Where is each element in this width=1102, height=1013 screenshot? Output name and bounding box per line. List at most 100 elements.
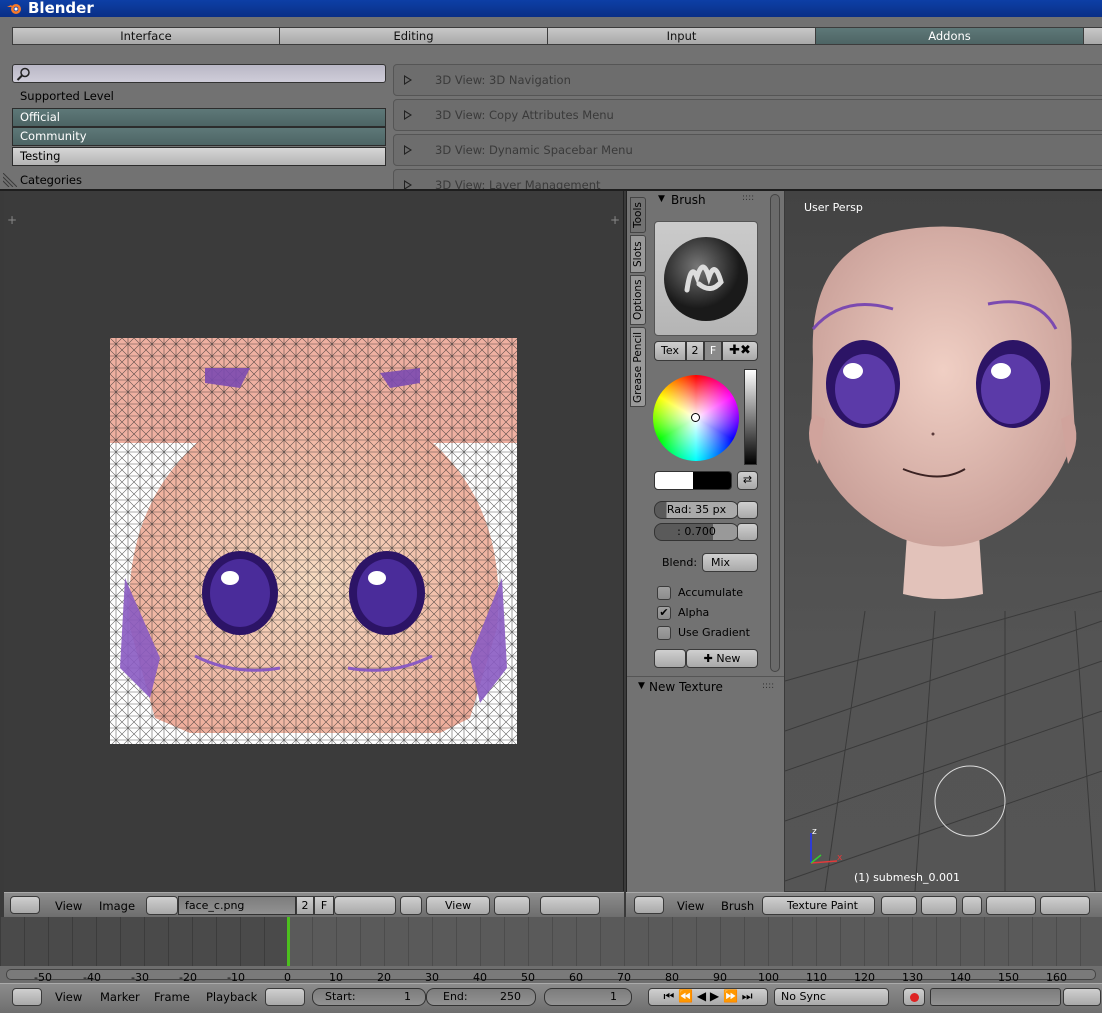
pressure-icon[interactable]: [737, 523, 758, 541]
tab-interface[interactable]: Interface: [12, 27, 280, 45]
texture-selector[interactable]: Tex: [654, 341, 686, 361]
editor-type-button[interactable]: [10, 896, 40, 914]
image-actions-buttons[interactable]: [334, 896, 396, 915]
timeline-scrollbar[interactable]: [6, 969, 1096, 980]
vtab-options[interactable]: Options: [630, 275, 646, 325]
current-frame-marker[interactable]: [287, 917, 290, 966]
mode-select[interactable]: Texture Paint: [762, 896, 875, 915]
fake-user-button[interactable]: F: [314, 896, 334, 915]
menu-view[interactable]: View: [55, 899, 82, 913]
app-title: Blender: [28, 0, 94, 17]
menu-view[interactable]: View: [677, 899, 704, 913]
collapse-triangle-icon[interactable]: ▼: [658, 194, 665, 204]
layer-buttons[interactable]: [1040, 896, 1090, 915]
menu-playback[interactable]: Playback: [206, 990, 257, 1004]
accumulate-checkbox[interactable]: [657, 586, 671, 600]
menu-marker[interactable]: Marker: [100, 990, 140, 1004]
sync-mode-select[interactable]: No Sync: [774, 988, 889, 1006]
expand-triangle-icon[interactable]: [404, 110, 412, 120]
record-icon[interactable]: [903, 988, 925, 1006]
tab-editing[interactable]: Editing: [279, 27, 548, 45]
add-icon: ✚: [703, 652, 717, 665]
pin-icon[interactable]: [400, 896, 422, 915]
alpha-checkbox[interactable]: ✔: [657, 606, 671, 620]
addon-row[interactable]: 3D View: Layer Management: [393, 169, 1102, 189]
add-remove-texture-buttons[interactable]: ✚✖: [722, 341, 758, 361]
tab-overflow[interactable]: [1083, 27, 1102, 45]
tab-input[interactable]: Input: [547, 27, 816, 45]
editor-type-button[interactable]: [634, 896, 664, 914]
drag-grip-icon[interactable]: ::::: [762, 681, 774, 691]
radius-slider[interactable]: Rad: 35 px: [654, 501, 739, 519]
use-gradient-checkbox[interactable]: [657, 626, 671, 640]
brush-preview[interactable]: [654, 221, 758, 336]
panel-scrollbar[interactable]: [770, 194, 780, 672]
blend-label: Blend:: [662, 556, 698, 569]
drag-grip-icon[interactable]: ::::: [742, 193, 754, 203]
menu-image[interactable]: Image: [99, 899, 135, 913]
swap-colors-icon[interactable]: ⇄: [737, 471, 758, 490]
strength-slider[interactable]: : 0.700: [654, 523, 739, 541]
use-gradient-label: Use Gradient: [678, 626, 750, 639]
level-community[interactable]: Community: [12, 127, 386, 146]
addon-search-input[interactable]: [12, 64, 386, 83]
menu-view[interactable]: View: [55, 990, 82, 1004]
expand-triangle-icon[interactable]: [404, 180, 412, 189]
color-wheel[interactable]: [653, 375, 739, 461]
viewport-shading-select[interactable]: [881, 896, 917, 915]
expand-triangle-icon[interactable]: [404, 145, 412, 155]
level-official[interactable]: Official: [12, 108, 386, 127]
image-users-count[interactable]: 2: [296, 896, 314, 915]
area-split-icon[interactable]: +: [610, 213, 620, 227]
addon-row[interactable]: 3D View: Copy Attributes Menu: [393, 99, 1102, 131]
user-preferences: Interface Editing Input Addons Supported…: [0, 17, 1102, 189]
auto-key-buttons[interactable]: [265, 988, 305, 1006]
texture-users-count[interactable]: 2: [686, 341, 704, 361]
menu-frame[interactable]: Frame: [154, 990, 190, 1004]
keyframe-insert-buttons[interactable]: [1063, 988, 1101, 1006]
axis-x-label: x: [837, 853, 843, 863]
menu-brush[interactable]: Brush: [721, 899, 754, 913]
collapse-triangle-icon[interactable]: ▼: [638, 681, 645, 691]
mask-icon[interactable]: [962, 896, 982, 915]
view-mode-select[interactable]: View: [426, 896, 490, 915]
keying-set-field[interactable]: [930, 988, 1061, 1006]
addon-row[interactable]: 3D View: 3D Navigation: [393, 64, 1102, 96]
pivot-select[interactable]: [921, 896, 957, 915]
current-frame-field[interactable]: 1: [544, 988, 632, 1006]
3d-viewport[interactable]: z x User Persp (1) submesh_0.001: [785, 191, 1102, 891]
image-browse-button[interactable]: [146, 896, 178, 915]
pivot-select[interactable]: [494, 896, 530, 915]
area-split-icon[interactable]: +: [7, 213, 17, 227]
draw-channels-buttons[interactable]: [540, 896, 600, 915]
end-frame-field[interactable]: End: 250: [426, 988, 536, 1006]
tab-addons[interactable]: Addons: [815, 27, 1084, 45]
level-testing[interactable]: Testing: [12, 147, 386, 166]
timeline[interactable]: [0, 917, 1102, 983]
addon-row[interactable]: 3D View: Dynamic Spacebar Menu: [393, 134, 1102, 166]
layer-buttons[interactable]: [986, 896, 1036, 915]
brush-panel-title: Brush: [671, 193, 706, 207]
supported-level-label: Supported Level: [20, 89, 114, 103]
vtab-slots[interactable]: Slots: [630, 235, 646, 273]
new-palette-button[interactable]: ✚ New: [686, 649, 758, 668]
pressure-icon[interactable]: [737, 501, 758, 519]
playback-controls[interactable]: ⏮ ⏪ ◀ ▶ ⏩ ⏭: [648, 988, 768, 1006]
timeline-out-of-range: [0, 917, 288, 966]
image-name-field[interactable]: face_c.png: [178, 896, 296, 915]
primary-secondary-color[interactable]: [654, 471, 732, 490]
texture-fake-user[interactable]: F: [704, 341, 722, 361]
palette-select[interactable]: [654, 649, 686, 668]
panel-divider: [627, 676, 784, 677]
editor-type-button[interactable]: [12, 988, 42, 1006]
start-frame-field[interactable]: Start: 1: [312, 988, 426, 1006]
vtab-grease-pencil[interactable]: Grease Pencil: [630, 327, 646, 407]
blend-mode-select[interactable]: Mix: [702, 553, 758, 572]
expand-triangle-icon[interactable]: [404, 75, 412, 85]
value-slider[interactable]: [744, 369, 757, 465]
uv-texture-image[interactable]: [110, 338, 517, 744]
brush-icon: [664, 237, 748, 321]
resize-corner-icon[interactable]: [3, 173, 17, 187]
vtab-tools[interactable]: Tools: [630, 197, 646, 233]
3d-view-header: View Brush Texture Paint: [626, 892, 1102, 917]
